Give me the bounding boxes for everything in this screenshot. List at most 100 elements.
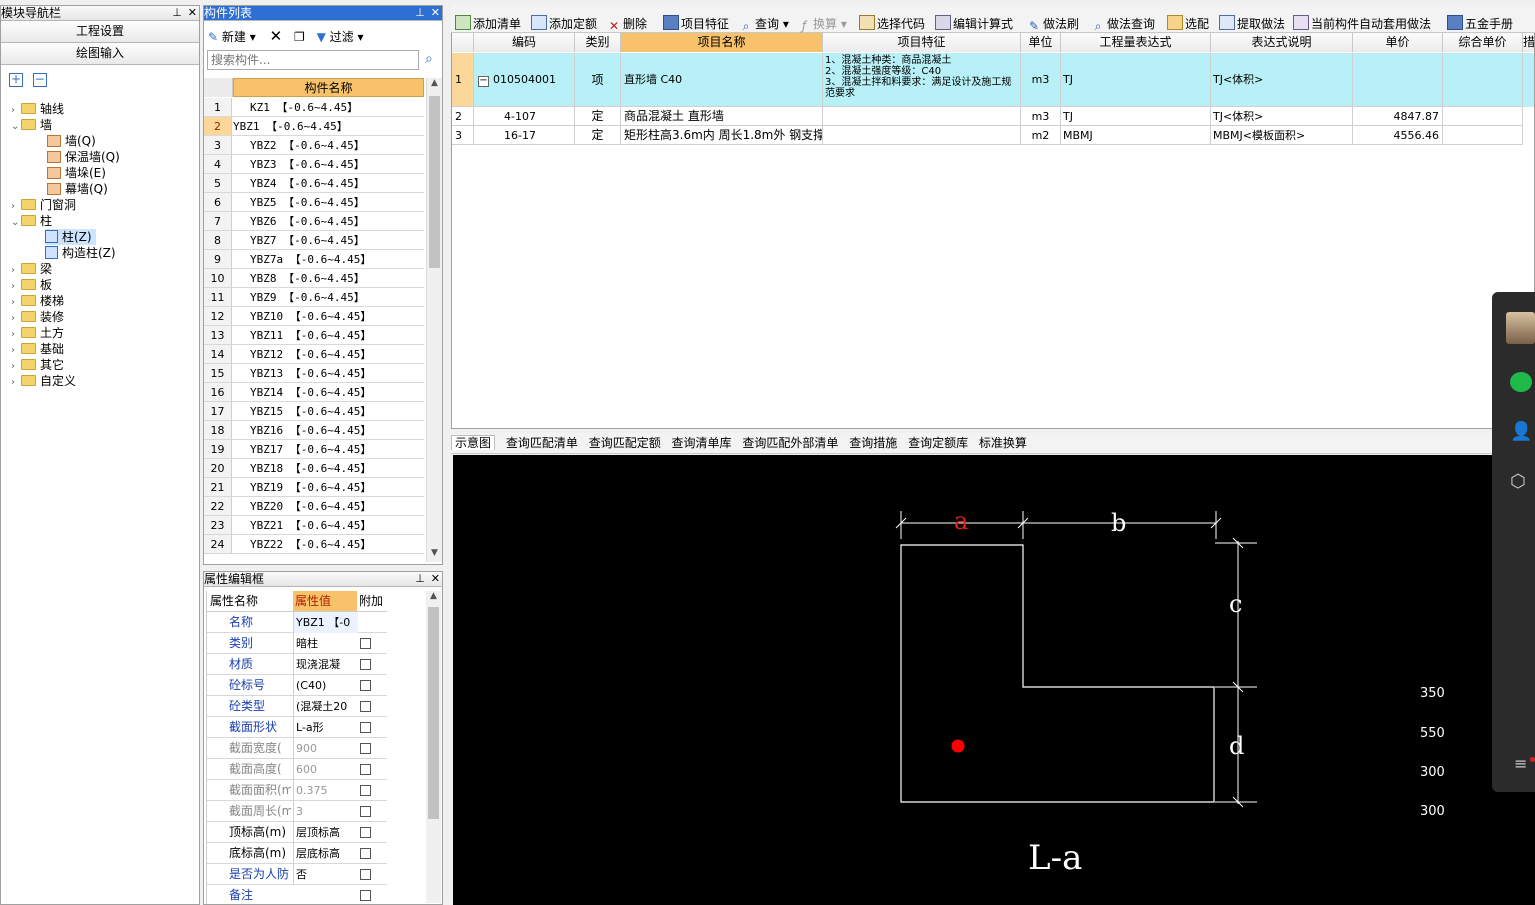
row-type-cell[interactable]: 项	[575, 53, 621, 107]
table-row[interactable]: 23 YBZ21 【-0.6~4.45】	[204, 516, 424, 535]
row-name-cell[interactable]: 矩形柱高3.6m内 周长1.8m外 钢支撑	[621, 126, 823, 145]
table-row[interactable]: 7 YBZ6 【-0.6~4.45】	[204, 212, 424, 231]
row-code-cell[interactable]: −010504001	[474, 53, 575, 107]
row-unit-cell[interactable]: m2	[1021, 126, 1061, 145]
table-row[interactable]: 24 YBZ22 【-0.6~4.45】	[204, 535, 424, 554]
prop-row-note[interactable]: 备注	[207, 885, 387, 904]
close-icon[interactable]: ✕	[431, 6, 440, 19]
table-row[interactable]: 4 YBZ3 【-0.6~4.45】	[204, 155, 424, 174]
table-row[interactable]: 19 YBZ17 【-0.6~4.45】	[204, 440, 424, 459]
table-row[interactable]: 18 YBZ16 【-0.6~4.45】	[204, 421, 424, 440]
prop-row-section-height[interactable]: 截面高度(600	[207, 759, 387, 780]
prop-row-bottom-elevation[interactable]: 底标高(m) 层底标高	[207, 843, 387, 864]
tree-item-wall[interactable]: ⌄ 墙	[11, 117, 52, 133]
col-header-unit[interactable]: 单位	[1021, 33, 1061, 52]
prop-row-concrete-type[interactable]: 砼类型 (混凝土20	[207, 696, 387, 717]
user-avatar[interactable]	[1506, 312, 1535, 344]
row-total-cell[interactable]	[1443, 53, 1523, 107]
table-row[interactable]: 10 YBZ8 【-0.6~4.45】	[204, 269, 424, 288]
prop-row-name[interactable]: 名称 YBZ1 【-0	[207, 612, 387, 633]
col-header-expr[interactable]: 工程量表达式	[1061, 33, 1211, 52]
method-brush-button[interactable]: ✎ 做法刷	[1027, 15, 1079, 33]
tree-item-slab[interactable]: › 板	[11, 277, 52, 293]
tree-item-curtain-wall[interactable]: 幕墙(Q)	[47, 181, 108, 197]
tree-item-other[interactable]: › 其它	[11, 357, 64, 373]
prop-row-section-perimeter[interactable]: 截面周长(m 3	[207, 801, 387, 822]
match-button[interactable]: 选配	[1167, 15, 1209, 33]
checkbox[interactable]	[360, 743, 371, 754]
dimension-value-c[interactable]: 300	[1420, 765, 1445, 780]
tree-item-door-window[interactable]: › 门窗洞	[11, 197, 76, 213]
method-query-button[interactable]: ⌕ 做法查询	[1091, 15, 1155, 33]
checkbox[interactable]	[360, 659, 371, 670]
tree-item-insulation-wall[interactable]: 保温墙(Q)	[47, 149, 120, 165]
tree-item-wall-q[interactable]: 墙(Q)	[47, 133, 96, 149]
checkbox[interactable]	[360, 785, 371, 796]
tree-item-decoration[interactable]: › 装修	[11, 309, 64, 325]
convert-button[interactable]: ƒ 换算 ▾	[797, 15, 847, 33]
table-row[interactable]: 20 YBZ18 【-0.6~4.45】	[204, 459, 424, 478]
drawing-input-button[interactable]: 绘图输入	[1, 43, 199, 65]
checkbox[interactable]	[360, 680, 371, 691]
col-header-code[interactable]: 编码	[474, 33, 575, 52]
table-row[interactable]: 16 YBZ14 【-0.6~4.45】	[204, 383, 424, 402]
dimension-value-d[interactable]: 300	[1420, 804, 1445, 819]
table-row[interactable]: 11 YBZ9 【-0.6~4.45】	[204, 288, 424, 307]
table-row[interactable]: 2 4-107 定 商品混凝土 直形墙 m3 TJ TJ<体积> 4847.87	[452, 107, 1534, 126]
checkbox[interactable]	[360, 890, 371, 901]
project-settings-button[interactable]: 工程设置	[1, 21, 199, 43]
row-type-cell[interactable]: 定	[575, 126, 621, 145]
scroll-down-icon[interactable]: ▼	[427, 548, 442, 562]
search-icon[interactable]: ⌕	[425, 51, 433, 67]
prop-row-section-width[interactable]: 截面宽度(900	[207, 738, 387, 759]
tab-query-matching-quota[interactable]: 查询匹配定额	[589, 436, 661, 450]
scroll-up-icon[interactable]: ▲	[427, 78, 442, 92]
table-row[interactable]: 3 YBZ2 【-0.6~4.45】	[204, 136, 424, 155]
tree-item-foundation[interactable]: › 基础	[11, 341, 64, 357]
prop-row-section-shape[interactable]: 截面形状 L-a形	[207, 717, 387, 738]
row-feature-cell[interactable]	[823, 107, 1021, 126]
checkbox[interactable]	[360, 722, 371, 733]
prop-row-category[interactable]: 类别 暗柱	[207, 633, 387, 654]
row-desc-cell[interactable]: MBMJ<模板面积>	[1211, 126, 1353, 145]
tab-query-measures[interactable]: 查询措施	[849, 436, 897, 450]
tree-item-column-z[interactable]: 柱(Z)	[45, 229, 96, 245]
col-header-measure[interactable]: 措	[1523, 33, 1534, 52]
tree-item-custom[interactable]: › 自定义	[11, 373, 76, 389]
row-price-cell[interactable]: 4556.46	[1353, 126, 1443, 145]
table-row[interactable]: 9 YBZ7a 【-0.6~4.45】	[204, 250, 424, 269]
tree-item-construct-column[interactable]: 构造柱(Z)	[45, 245, 116, 261]
pin-icon[interactable]: ⊥	[415, 572, 425, 585]
delete-button[interactable]: ✕ 删除	[607, 15, 647, 33]
row-desc-cell[interactable]: TJ<体积>	[1211, 53, 1353, 107]
row-total-cell[interactable]	[1443, 126, 1523, 145]
select-code-button[interactable]: 选择代码	[859, 15, 925, 33]
row-price-cell[interactable]	[1353, 53, 1443, 107]
row-unit-cell[interactable]: m3	[1021, 107, 1061, 126]
col-header-price[interactable]: 单价	[1353, 33, 1443, 52]
tree-item-axis[interactable]: › 轴线	[11, 101, 64, 117]
row-expr-cell[interactable]: TJ	[1061, 53, 1211, 107]
table-row[interactable]: 2 YBZ1 【-0.6~4.45】	[204, 117, 424, 136]
tab-query-external-bill[interactable]: 查询匹配外部清单	[742, 436, 838, 450]
pin-icon[interactable]: ⊥	[415, 6, 425, 19]
component-list-scrollbar[interactable]: ▲ ▼	[426, 78, 442, 562]
prop-row-grade[interactable]: 砼标号 (C40)	[207, 675, 387, 696]
col-header-feature[interactable]: 项目特征	[823, 33, 1021, 52]
row-code-cell[interactable]: 4-107	[474, 107, 575, 126]
tree-item-beam[interactable]: › 梁	[11, 261, 52, 277]
item-feature-button[interactable]: 项目特征	[663, 15, 729, 33]
checkbox[interactable]	[360, 764, 371, 775]
table-row[interactable]: 1 −010504001 项 直形墙 C40 1、混凝土种类：商品混凝土 2、混…	[452, 53, 1534, 107]
table-row[interactable]: 5 YBZ4 【-0.6~4.45】	[204, 174, 424, 193]
checkbox[interactable]	[360, 701, 371, 712]
row-unit-cell[interactable]: m3	[1021, 53, 1061, 107]
table-row[interactable]: 21 YBZ19 【-0.6~4.45】	[204, 478, 424, 497]
prop-row-material[interactable]: 材质 现浇混凝	[207, 654, 387, 675]
row-feature-cell[interactable]: 1、混凝土种类：商品混凝土 2、混凝土强度等级：C40 3、混凝土拌和料要求：满…	[823, 53, 1021, 107]
checkbox[interactable]	[360, 848, 371, 859]
tab-standard-conversion[interactable]: 标准换算	[979, 436, 1027, 450]
auto-apply-method-button[interactable]: 当前构件自动套用做法	[1293, 15, 1431, 33]
col-header-name[interactable]: 项目名称	[621, 33, 823, 52]
scroll-up-icon[interactable]: ▲	[426, 591, 441, 601]
